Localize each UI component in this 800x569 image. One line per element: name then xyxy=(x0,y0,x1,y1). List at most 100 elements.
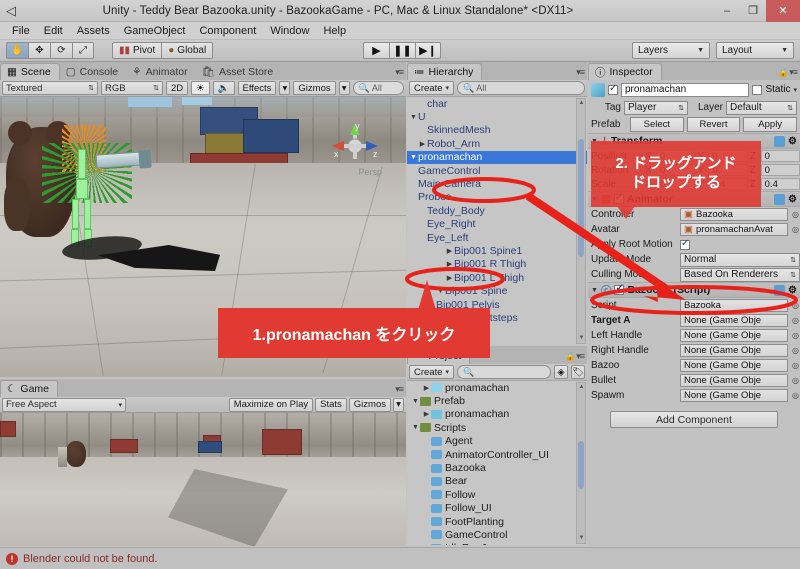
effects-caret-icon[interactable]: ▾ xyxy=(279,81,291,95)
scene-view-gizmo[interactable]: x y z xyxy=(328,119,382,173)
hierarchy-item[interactable]: Teddy_Body xyxy=(407,204,587,217)
audio-toggle-icon[interactable]: 🔈 xyxy=(212,81,235,95)
hierarchy-search-input[interactable]: 🔍 All xyxy=(457,81,585,95)
object-picker-icon[interactable]: ◎ xyxy=(791,346,800,355)
collapse-arrow-icon[interactable]: ▶ xyxy=(445,260,454,268)
hierarchy-item[interactable]: ▼ U xyxy=(407,110,587,123)
project-item[interactable]: ▶ pronamachan xyxy=(407,381,587,394)
expand-arrow-icon[interactable]: ▼ xyxy=(409,114,418,121)
project-item[interactable]: ▼ Scripts xyxy=(407,421,587,434)
tag-dropdown[interactable]: Player ⇅ xyxy=(624,100,688,115)
project-item[interactable]: FootPlanting xyxy=(407,515,587,528)
static-checkbox[interactable] xyxy=(752,84,763,95)
menu-item-window[interactable]: Window xyxy=(263,22,316,40)
scroll-down-icon[interactable]: ▼ xyxy=(578,335,585,342)
hierarchy-item[interactable]: Eye_Right xyxy=(407,218,587,231)
pivot-toggle[interactable]: ▮▮ Pivot xyxy=(112,42,162,59)
lighting-toggle-icon[interactable]: ☀ xyxy=(191,81,210,95)
close-button[interactable]: ✕ xyxy=(766,0,800,22)
help-icon[interactable] xyxy=(774,135,786,147)
gizmos-dropdown[interactable]: Gizmos xyxy=(293,81,336,95)
script-object-field[interactable]: None (Game Obje xyxy=(680,344,788,357)
step-button[interactable]: ▶❙ xyxy=(415,42,441,59)
hierarchy-item[interactable]: ▶ Bip001 Spine1 xyxy=(407,244,587,257)
script-object-field[interactable]: None (Game Obje xyxy=(680,329,788,342)
layer-dropdown[interactable]: Default ⇅ xyxy=(726,100,797,115)
tab-scene[interactable]: ▦ Scene xyxy=(0,63,60,80)
collapse-arrow-icon[interactable]: ▼ xyxy=(591,287,598,294)
gear-icon[interactable]: ⚙ xyxy=(788,285,797,296)
minimize-button[interactable]: – xyxy=(714,0,740,22)
color-mode-dropdown[interactable]: RGB ⇅ xyxy=(101,81,163,95)
add-component-button[interactable]: Add Component xyxy=(610,411,778,428)
animator-object-field[interactable]: ▣ pronamachanAvat xyxy=(680,223,788,236)
project-create-button[interactable]: Create ▾ xyxy=(409,365,455,379)
script-object-field[interactable]: None (Game Obje xyxy=(680,389,788,402)
scroll-up-icon[interactable]: ▲ xyxy=(578,100,585,107)
hierarchy-create-button[interactable]: Create ▾ xyxy=(409,81,455,95)
hierarchy-item[interactable]: Eye_Left xyxy=(407,231,587,244)
panel-menu-icon[interactable]: ▾≡ xyxy=(395,67,404,78)
gizmos-caret-icon[interactable]: ▾ xyxy=(338,81,350,95)
prefab-select-button[interactable]: Select xyxy=(630,117,684,132)
tab-animator[interactable]: ⚘ Animator xyxy=(126,63,195,80)
tab-hierarchy[interactable]: ≔ Hierarchy xyxy=(407,63,483,80)
project-scrollbar[interactable]: ▲ ▼ xyxy=(576,382,586,544)
tab-console[interactable]: ▢ Console xyxy=(60,63,126,80)
scale-tool-icon[interactable]: ⤢ xyxy=(72,42,94,59)
position-z-input[interactable]: 0.4 xyxy=(760,178,800,190)
scene-search-input[interactable]: 🔍 All xyxy=(352,81,404,95)
project-item[interactable]: IdleRunJump xyxy=(407,542,587,545)
inspector-lock-icon[interactable]: 🔒 ▾≡ xyxy=(778,67,799,78)
collapse-arrow-icon[interactable]: ▶ xyxy=(422,410,431,418)
animator-dropdown[interactable]: Normal ⇅ xyxy=(680,252,800,267)
project-scroll-thumb[interactable] xyxy=(578,441,584,489)
project-item[interactable]: Bazooka xyxy=(407,461,587,474)
2d-toggle[interactable]: 2D xyxy=(166,81,189,95)
game-gizmos-caret-icon[interactable]: ▾ xyxy=(393,397,404,412)
project-search-input[interactable]: 🔍 xyxy=(457,365,551,379)
layers-dropdown[interactable]: Layers ▼ xyxy=(632,42,710,59)
project-item[interactable]: ▼ Prefab xyxy=(407,394,587,407)
scroll-down-icon[interactable]: ▼ xyxy=(578,535,585,542)
hierarchy-item[interactable]: ▶ Bip001 R Thigh xyxy=(407,258,587,271)
layout-dropdown[interactable]: Layout ▼ xyxy=(716,42,794,59)
tab-asset-store[interactable]: 🛍 Asset Store xyxy=(196,63,282,80)
menu-item-file[interactable]: File xyxy=(5,22,37,40)
project-filter-type-icon[interactable]: ◈ xyxy=(554,365,568,379)
project-item[interactable]: Bear xyxy=(407,475,587,488)
gameobject-enabled-checkbox[interactable] xyxy=(608,83,618,95)
tab-inspector[interactable]: ⓘ Inspector xyxy=(588,63,662,80)
help-icon[interactable] xyxy=(774,193,786,205)
scroll-up-icon[interactable]: ▲ xyxy=(578,384,585,391)
project-item[interactable]: ▶ pronamachan xyxy=(407,408,587,421)
prefab-apply-button[interactable]: Apply xyxy=(743,117,798,132)
expand-arrow-icon[interactable]: ▼ xyxy=(411,398,420,405)
animator-object-field[interactable]: ▣ Bazooka xyxy=(680,208,788,221)
script-enabled-checkbox[interactable] xyxy=(614,283,625,295)
project-filter-label-icon[interactable]: 🏷 xyxy=(571,365,585,379)
hierarchy-item[interactable]: Main Camera xyxy=(407,177,587,190)
menu-item-edit[interactable]: Edit xyxy=(37,22,70,40)
menu-item-component[interactable]: Component xyxy=(192,22,263,40)
object-picker-icon[interactable]: ◎ xyxy=(791,376,800,385)
object-picker-icon[interactable]: ◎ xyxy=(791,210,800,219)
menu-item-assets[interactable]: Assets xyxy=(70,22,117,40)
object-picker-icon[interactable]: ◎ xyxy=(791,301,800,310)
collapse-arrow-icon[interactable]: ▶ xyxy=(422,384,431,392)
apply-root-motion-checkbox[interactable] xyxy=(680,238,690,250)
game-gizmos-dropdown[interactable]: Gizmos xyxy=(348,397,391,412)
prefab-revert-button[interactable]: Revert xyxy=(686,117,741,132)
maximize-on-play-toggle[interactable]: Maximize on Play xyxy=(228,397,314,412)
panel-menu-icon[interactable]: ▾≡ xyxy=(395,384,404,395)
project-item[interactable]: AnimatorController_UI xyxy=(407,448,587,461)
object-picker-icon[interactable]: ◎ xyxy=(791,331,800,340)
script-object-field[interactable]: None (Game Obje xyxy=(680,359,788,372)
object-picker-icon[interactable]: ◎ xyxy=(791,225,800,234)
static-dropdown-icon[interactable]: ▾ xyxy=(793,86,797,94)
object-picker-icon[interactable]: ◎ xyxy=(791,391,800,400)
hierarchy-item[interactable]: char xyxy=(407,97,587,110)
hierarchy-item[interactable]: Probes xyxy=(407,191,587,204)
global-toggle[interactable]: ● Global xyxy=(161,42,214,59)
project-tree[interactable]: ▶ pronamachan ▼ Prefab ▶ pronamachan ▼ Scripts A… xyxy=(407,381,587,545)
